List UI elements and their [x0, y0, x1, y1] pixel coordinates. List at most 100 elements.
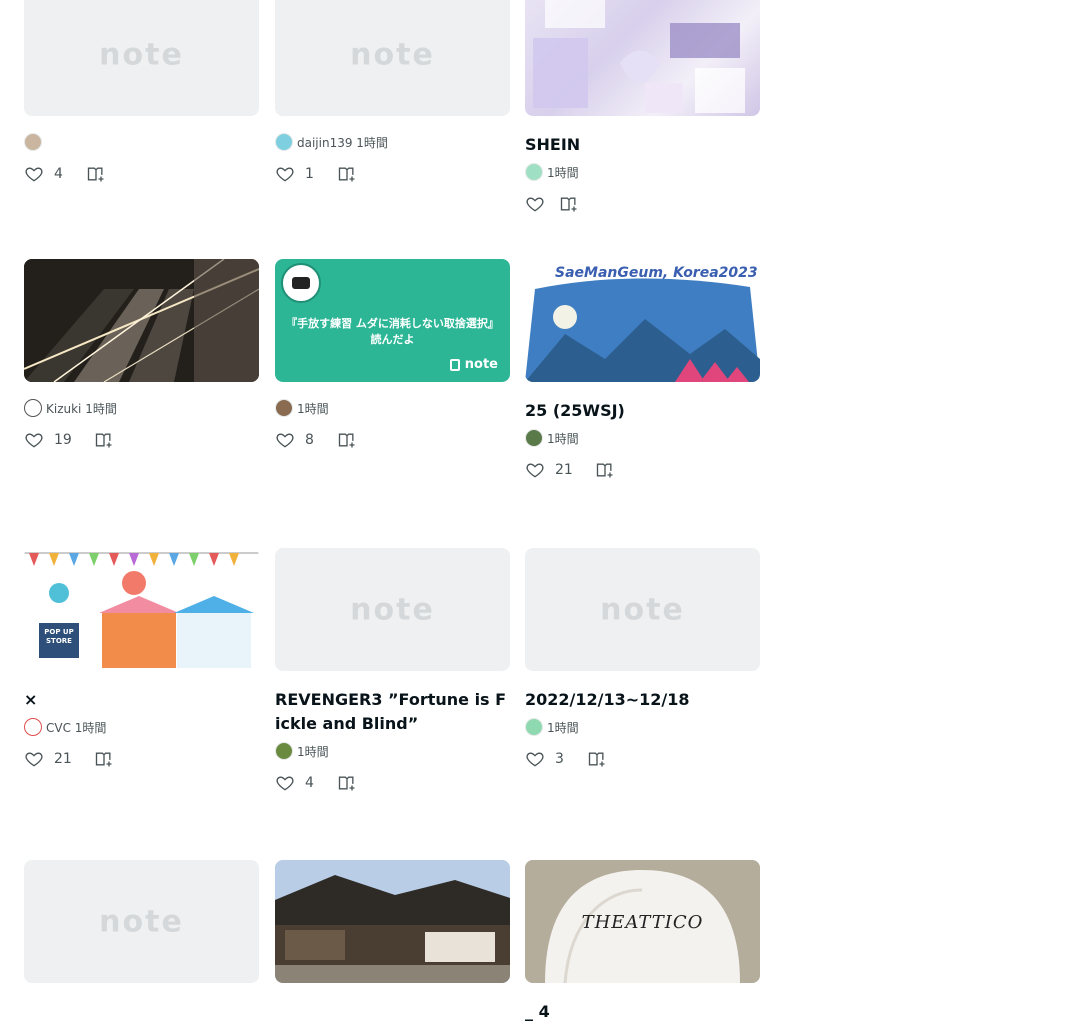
like-button[interactable]: 21 — [24, 749, 72, 769]
note-card[interactable]: note REVENGER3 ”Fortune is Fickle and Bl… — [275, 548, 510, 793]
like-button[interactable]: 19 — [24, 430, 72, 450]
like-button[interactable]: 4 — [275, 773, 315, 793]
like-button[interactable]: 8 — [275, 430, 315, 450]
author-name: 1時間 — [297, 744, 329, 759]
card-title[interactable]: 2022/12/13~12/18 — [525, 688, 760, 712]
card-author[interactable]: 1時間 — [525, 718, 760, 736]
card-actions: 21 — [525, 460, 760, 480]
add-to-magazine-button[interactable] — [337, 773, 357, 793]
note-logo-placeholder: note — [350, 37, 435, 72]
add-to-magazine-button[interactable] — [94, 430, 114, 450]
add-to-magazine-button[interactable] — [595, 460, 615, 480]
add-to-magazine-button[interactable] — [587, 749, 607, 769]
card-author[interactable]: 1時間 — [525, 163, 760, 181]
note-logo-placeholder: note — [350, 592, 435, 627]
add-to-magazine-button[interactable] — [94, 749, 114, 769]
magazine-add-icon — [588, 752, 605, 767]
note-brand-logo: note — [449, 357, 498, 372]
note-logo-placeholder: note — [99, 37, 184, 72]
card-title[interactable]: _ 4 — [525, 1000, 760, 1024]
card-author[interactable] — [24, 133, 259, 151]
card-thumbnail[interactable]: THEATTICO — [525, 860, 760, 983]
card-author[interactable]: 1時間 — [275, 742, 510, 760]
card-actions: 1 — [275, 164, 510, 184]
card-thumbnail[interactable]: 『手放す練習 ムダに消耗しない取捨選択』 読んだよ note — [275, 259, 510, 382]
author-name: CVC 1時間 — [46, 720, 107, 735]
magazine-add-icon — [596, 463, 613, 478]
card-author[interactable]: 1時間 — [525, 429, 760, 447]
card-title[interactable]: × — [24, 688, 259, 712]
card-thumbnail[interactable]: POP UP STORE — [24, 548, 259, 671]
card-author[interactable]: 1時間 — [275, 399, 510, 417]
note-card[interactable]: Kizuki 1時間 19 — [24, 259, 259, 450]
note-card[interactable]: SaeManGeum, Korea2023 25 (25WSJ) 1時間 21 — [525, 259, 760, 480]
card-actions: 3 — [525, 749, 760, 769]
card-author[interactable]: CVC 1時間 — [24, 718, 259, 736]
note-card[interactable]: SHEIN 1時間 — [525, 0, 760, 214]
card-title[interactable]: 25 (25WSJ) — [525, 399, 760, 423]
note-logo-icon — [449, 358, 460, 371]
card-title[interactable]: REVENGER3 ”Fortune is Fickle and Blind” — [275, 688, 510, 736]
card-actions: 19 — [24, 430, 259, 450]
like-button[interactable]: 4 — [24, 164, 64, 184]
heart-icon — [526, 752, 544, 767]
card-actions: 21 — [24, 749, 259, 769]
author-name: 1時間 — [547, 165, 579, 180]
like-count: 4 — [54, 166, 63, 182]
card-author[interactable]: daijin139 1時間 — [275, 133, 510, 151]
add-to-magazine-button[interactable] — [559, 194, 579, 214]
card-thumbnail[interactable]: note — [275, 548, 510, 671]
note-card[interactable]: 『手放す練習 ムダに消耗しない取捨選択』 読んだよ note 1時間 8 — [275, 259, 510, 450]
shrine-photo — [275, 860, 510, 983]
magazine-add-icon — [560, 197, 577, 212]
popup-store-sign: POP UP STORE — [44, 628, 74, 645]
note-logo-placeholder: note — [99, 904, 184, 939]
like-button[interactable]: 3 — [525, 749, 565, 769]
add-to-magazine-button[interactable] — [86, 164, 106, 184]
author-name: 1時間 — [547, 431, 579, 446]
avatar — [275, 742, 293, 760]
like-count: 21 — [555, 462, 573, 478]
magazine-add-icon — [338, 167, 355, 182]
note-card[interactable]: note daijin139 1時間 1 — [275, 0, 510, 184]
book-subtitle-text: 読んだよ — [370, 333, 415, 346]
book-avatar-image — [281, 263, 321, 303]
card-thumbnail[interactable]: note — [275, 0, 510, 116]
card-thumbnail[interactable]: note — [24, 0, 259, 116]
saemangeum-title: SaeManGeum, Korea2023 — [555, 265, 758, 281]
note-logo-placeholder: note — [600, 592, 685, 627]
like-button[interactable] — [525, 194, 545, 214]
card-thumbnail[interactable]: SaeManGeum, Korea2023 — [525, 259, 760, 382]
like-count: 19 — [54, 432, 72, 448]
card-thumbnail[interactable] — [24, 259, 259, 382]
magazine-add-icon — [95, 752, 112, 767]
like-button[interactable]: 21 — [525, 460, 573, 480]
note-card[interactable]: note — [24, 860, 259, 1000]
note-card[interactable]: note 2022/12/13~12/18 1時間 3 — [525, 548, 760, 769]
magazine-add-icon — [95, 433, 112, 448]
heart-icon — [526, 197, 544, 212]
card-thumbnail[interactable] — [275, 860, 510, 983]
heart-icon — [276, 167, 294, 182]
book-title-text: 『手放す練習 ムダに消耗しない取捨選択』 — [286, 317, 499, 330]
note-card[interactable]: THEATTICO _ 4 — [525, 860, 760, 1024]
magazine-add-icon — [87, 167, 104, 182]
add-to-magazine-button[interactable] — [337, 430, 357, 450]
add-to-magazine-button[interactable] — [337, 164, 357, 184]
note-card[interactable]: POP UP STORE × CVC 1時間 21 — [24, 548, 259, 769]
avatar — [525, 718, 543, 736]
card-title[interactable]: SHEIN — [525, 133, 760, 157]
author-name: 1時間 — [547, 720, 579, 735]
card-thumbnail[interactable]: note — [24, 860, 259, 983]
avatar — [275, 399, 293, 417]
note-card[interactable]: note 4 — [24, 0, 259, 184]
card-thumbnail[interactable]: note — [525, 548, 760, 671]
card-thumbnail[interactable] — [525, 0, 760, 116]
avatar — [275, 133, 293, 151]
popup-store-illustration — [24, 552, 259, 668]
heart-icon — [276, 433, 294, 448]
note-card[interactable] — [275, 860, 510, 1000]
author-name: Kizuki 1時間 — [46, 401, 117, 416]
card-author[interactable]: Kizuki 1時間 — [24, 399, 259, 417]
like-button[interactable]: 1 — [275, 164, 315, 184]
